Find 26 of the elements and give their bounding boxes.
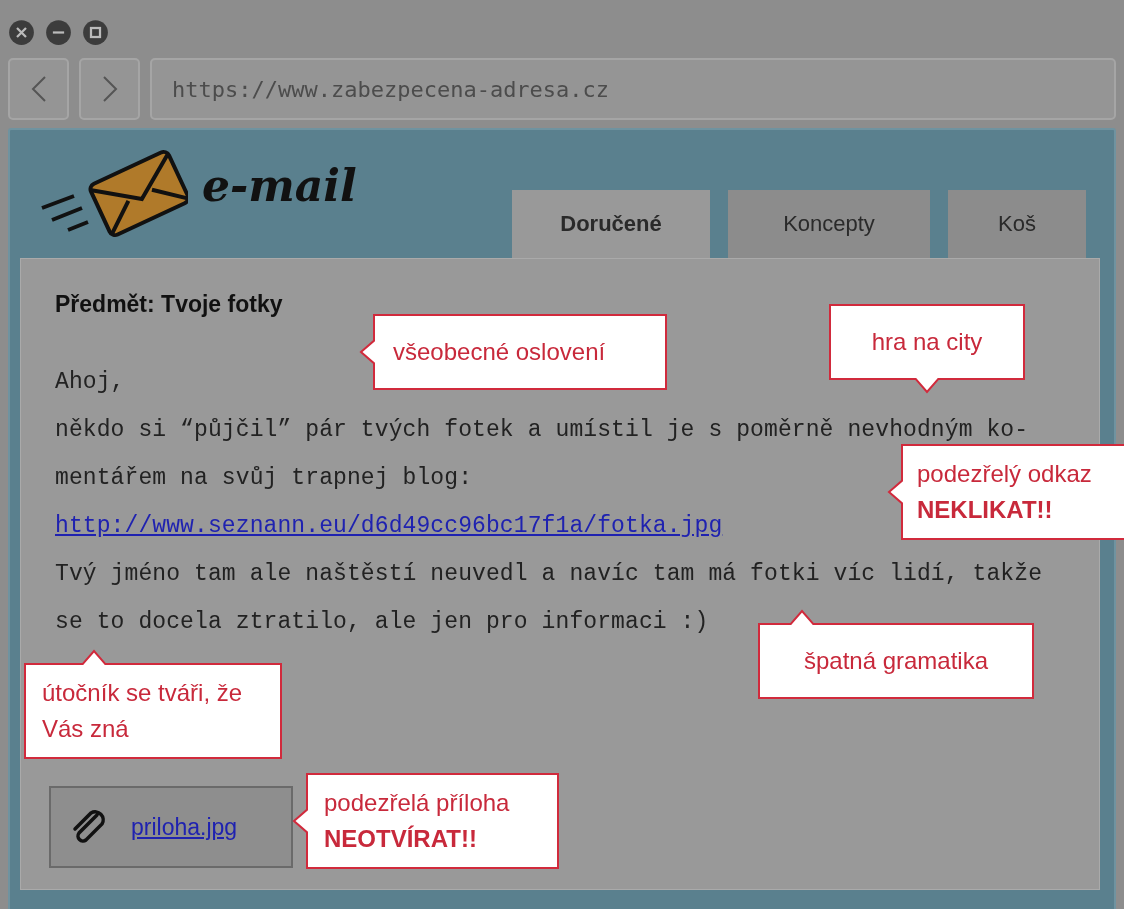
attachment-link[interactable]: priloha.jpg [131,813,238,841]
maximize-icon[interactable] [82,18,109,46]
email-body-line: Tvý jméno tam ale naštěstí neuvedl a navíc tam má fotki víc lidí, takže [55,560,1043,589]
folder-tab[interactable]: Doručené [512,190,710,258]
annotation-text: všeobecné oslovení [393,337,607,367]
annotation-text: hra na city [870,327,984,357]
suspicious-link[interactable]: http://www.seznann.eu/d6d49cc96bc17f1a/fotka.jpg [55,502,723,550]
app-logo-text: e-mail [202,160,357,211]
email-body-line: někdo si “půjčil” pár tvých fotek a umístil je s poměrně nevhodným ko- [55,416,1029,445]
attachment-box[interactable]: priloha.jpg [49,786,293,868]
annotation-text: špatná gramatika [802,646,990,676]
email-body-line: Ahoj, [55,368,125,397]
email-body-line: se to docela ztratilo, ale jen pro informaci :) [55,608,709,637]
email-body-line: mentářem na svůj trapnej blog: [55,464,473,493]
annotation-text: podezřelý odkaz [917,459,1093,489]
annotation-warning: NEOTVÍRAT!! [324,824,478,854]
annotation-text: podezřelá příloha [324,788,511,818]
close-icon[interactable] [8,18,35,46]
folder-tab[interactable]: Koš [948,190,1086,258]
minimize-icon[interactable] [45,18,72,46]
address-bar[interactable]: https://www.zabezpecena-adresa.cz [150,58,1116,120]
annotation-text: útočník se tváři, že Vás zná [42,678,244,744]
flying-envelope-icon [38,148,188,238]
email-subject: Předmět: Tvoje fotky [55,291,284,318]
folder-tab[interactable]: Koncepty [728,190,930,258]
annotation-warning: NEKLIKAT!! [917,495,1054,525]
